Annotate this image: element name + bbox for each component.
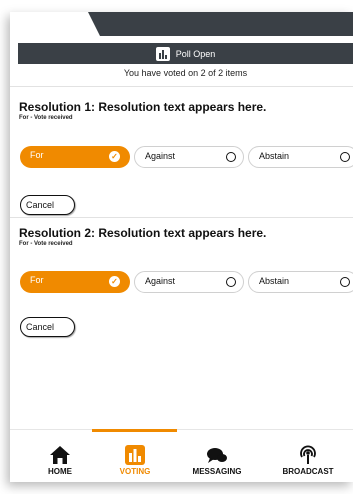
option-label: Abstain bbox=[259, 151, 290, 161]
option-for-button[interactable]: For ✓ bbox=[20, 146, 130, 168]
nav-item-home[interactable]: HOME bbox=[20, 430, 100, 482]
option-label: For bbox=[30, 150, 44, 160]
cancel-vote-button[interactable]: Cancel bbox=[20, 195, 75, 215]
poll-chart-icon bbox=[155, 46, 170, 61]
option-label: Abstain bbox=[259, 276, 290, 286]
option-label: Against bbox=[145, 151, 176, 161]
option-label: Against bbox=[145, 276, 176, 286]
nav-label: MESSAGING bbox=[192, 467, 242, 476]
option-abstain-button[interactable]: Abstain bbox=[248, 146, 353, 168]
broadcast-icon bbox=[300, 445, 316, 464]
home-icon bbox=[50, 446, 70, 464]
radio-unselected-icon bbox=[340, 277, 350, 287]
checkmark-icon: ✓ bbox=[109, 151, 120, 162]
resolution-vote-status: For - Vote received bbox=[19, 115, 73, 121]
option-against-button[interactable]: Against bbox=[134, 271, 244, 293]
poll-status-bar: Poll Open bbox=[18, 43, 353, 64]
option-against-button[interactable]: Against bbox=[134, 146, 244, 168]
radio-unselected-icon bbox=[226, 277, 236, 287]
nav-item-broadcast[interactable]: BROADCAST bbox=[268, 430, 348, 482]
cancel-vote-button[interactable]: Cancel bbox=[20, 317, 75, 337]
option-for-button[interactable]: For ✓ bbox=[20, 271, 130, 293]
divider bbox=[10, 217, 353, 218]
resolution-title: Resolution 1: Resolution text appears he… bbox=[19, 100, 267, 114]
nav-item-voting[interactable]: VOTING bbox=[95, 430, 175, 482]
poll-status-label: Poll Open bbox=[175, 48, 216, 59]
checkmark-icon: ✓ bbox=[109, 276, 120, 287]
radio-unselected-icon bbox=[226, 152, 236, 162]
messaging-icon bbox=[207, 448, 227, 463]
voting-icon bbox=[125, 445, 145, 465]
option-abstain-button[interactable]: Abstain bbox=[248, 271, 353, 293]
bottom-nav: HOME VOTING MESSAGING BROADCAST bbox=[10, 429, 353, 482]
radio-unselected-icon bbox=[340, 152, 350, 162]
top-header-tab bbox=[88, 12, 353, 36]
app-frame: Poll Open You have voted on 2 of 2 items… bbox=[10, 12, 353, 482]
resolution-vote-status: For - Vote received bbox=[19, 241, 73, 247]
nav-label: HOME bbox=[48, 467, 72, 476]
nav-label: BROADCAST bbox=[282, 467, 334, 476]
nav-item-messaging[interactable]: MESSAGING bbox=[177, 430, 257, 482]
nav-label: VOTING bbox=[119, 467, 151, 476]
divider bbox=[10, 86, 353, 87]
option-label: For bbox=[30, 275, 44, 285]
resolution-title: Resolution 2: Resolution text appears he… bbox=[19, 226, 267, 240]
voted-summary: You have voted on 2 of 2 items bbox=[123, 68, 248, 78]
